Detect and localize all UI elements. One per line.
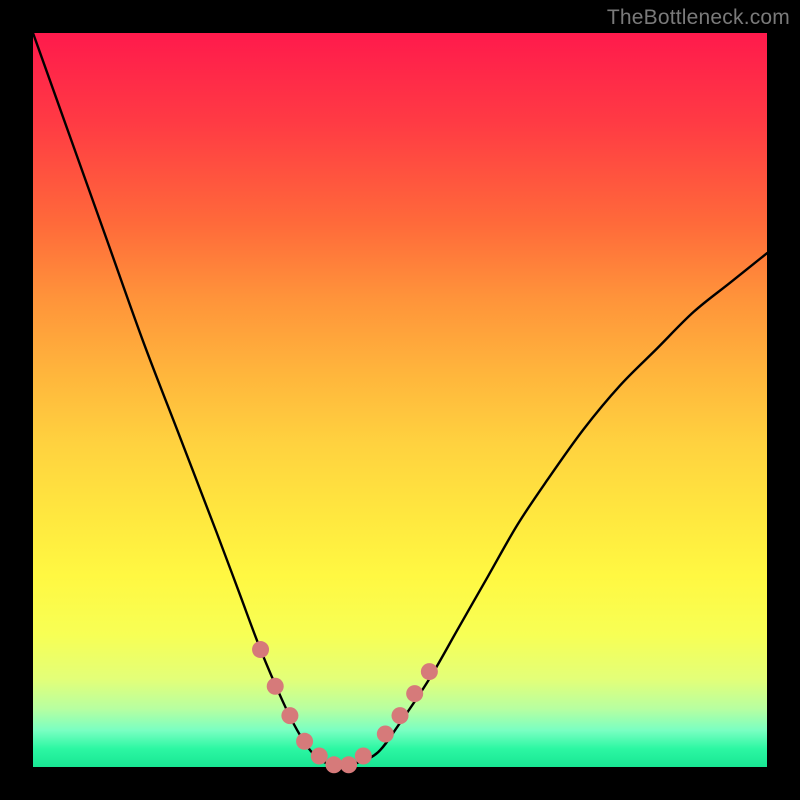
chart-frame: TheBottleneck.com: [0, 0, 800, 800]
curve-marker: [252, 641, 269, 658]
curve-marker: [311, 747, 328, 764]
curve-marker: [421, 663, 438, 680]
curve-marker: [340, 756, 357, 773]
curve-marker: [406, 685, 423, 702]
curve-marker: [325, 756, 342, 773]
curve-marker: [392, 707, 409, 724]
watermark-text: TheBottleneck.com: [607, 6, 790, 30]
curve-marker: [296, 733, 313, 750]
curve-marker: [377, 725, 394, 742]
plot-area: [33, 33, 767, 767]
curve-marker: [267, 678, 284, 695]
chart-svg: [33, 33, 767, 767]
curve-marker: [281, 707, 298, 724]
curve-marker: [355, 747, 372, 764]
bottleneck-curve-path: [33, 33, 767, 767]
